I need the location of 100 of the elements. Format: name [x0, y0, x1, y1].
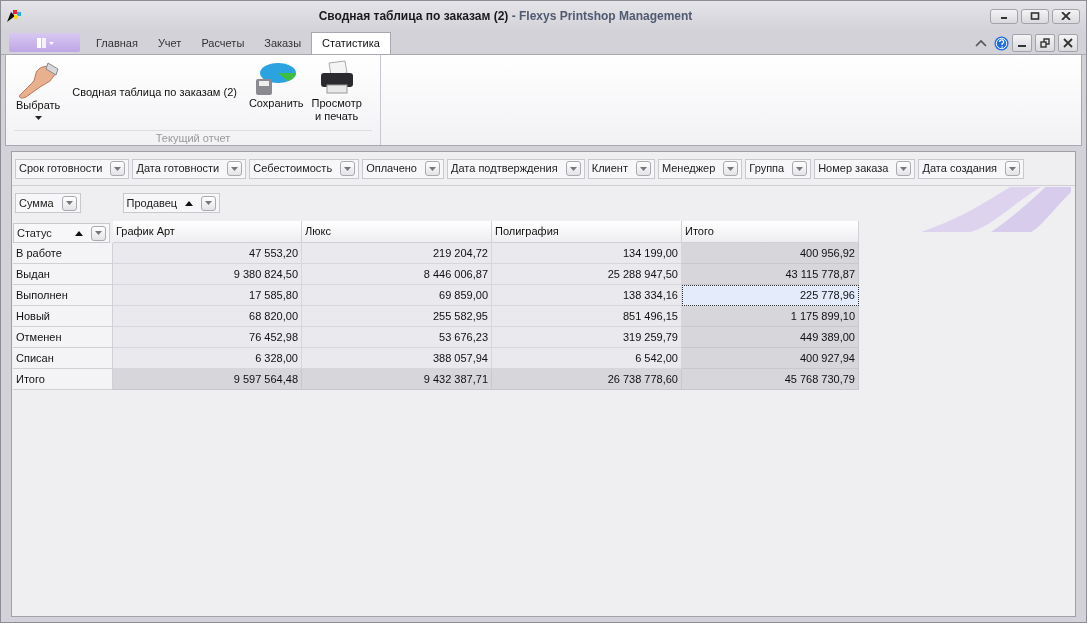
maximize-button[interactable] [1021, 8, 1049, 24]
restore-icon [1040, 38, 1050, 48]
caret-icon [65, 201, 73, 205]
close-icon [1063, 38, 1073, 48]
pivot-field[interactable]: Срок готовности [15, 158, 130, 179]
dropdown-button[interactable] [792, 161, 808, 176]
pivot-field[interactable]: Сумма [15, 193, 81, 213]
dropdown-button[interactable] [110, 161, 126, 176]
collapse-ribbon-icon[interactable] [975, 39, 987, 47]
caret-icon [727, 166, 735, 171]
ribbon-tab[interactable]: Расчеты [191, 32, 255, 54]
column-header[interactable]: Полиграфия [492, 221, 682, 243]
caret-icon [639, 166, 647, 171]
dropdown-button[interactable] [565, 161, 581, 176]
ribbon-tab[interactable]: Главная [86, 32, 148, 54]
table-cell: 225 778,96 [682, 285, 859, 306]
pivot-field[interactable]: Себестоимость [249, 158, 360, 179]
column-header[interactable]: Люкс [302, 221, 492, 243]
table-cell: 25 288 947,50 [492, 264, 682, 285]
caret-icon [205, 201, 213, 205]
column-header[interactable]: График Арт [113, 221, 302, 243]
table-cell: 17 585,80 [113, 285, 302, 306]
pivot-field[interactable]: Менеджер [657, 158, 743, 179]
caret-icon [900, 166, 908, 171]
pivot-field[interactable]: Дата создания [918, 158, 1024, 179]
caret-icon [95, 231, 102, 235]
table-cell: 388 057,94 [302, 348, 492, 369]
report-name: Сводная таблица по заказам (2) [72, 85, 237, 100]
dropdown-button[interactable] [635, 161, 651, 176]
table-cell: 76 452,98 [113, 327, 302, 348]
document-close-button[interactable] [1058, 34, 1078, 52]
table-cell: 449 389,00 [682, 327, 859, 348]
caret-icon [569, 166, 577, 171]
table-cell: 400 927,94 [682, 348, 859, 369]
document-minimize-button[interactable] [1012, 34, 1032, 52]
group-caption: Текущий отчет [155, 131, 231, 145]
pivot-field[interactable]: Продавец [122, 193, 221, 213]
pivot-field[interactable]: Дата подтверждения [447, 158, 585, 179]
pivot-field[interactable]: Группа [745, 158, 812, 179]
row-header[interactable]: Списан [13, 348, 113, 369]
row-header[interactable]: Новый [13, 306, 113, 327]
close-icon [1061, 12, 1071, 20]
caret-icon [231, 166, 239, 171]
minimize-icon [1017, 45, 1027, 47]
table-cell: 68 820,00 [113, 306, 302, 327]
maximize-icon [1030, 12, 1040, 20]
sort-ascending-icon [185, 200, 194, 206]
dropdown-button[interactable] [896, 161, 912, 176]
dropdown-button[interactable] [1005, 161, 1020, 176]
row-header[interactable]: Отменен [13, 327, 113, 348]
pivot-field[interactable]: Статус [13, 223, 110, 243]
row-header[interactable]: В работе [13, 243, 113, 264]
dropdown-button[interactable] [61, 195, 77, 211]
minimize-button[interactable] [990, 8, 1018, 24]
row-header[interactable]: Итого [13, 369, 113, 390]
table-cell: 43 115 778,87 [682, 264, 859, 285]
select-report-button[interactable]: Выбрать [14, 59, 63, 120]
book-caret-icon [34, 37, 55, 48]
sort-ascending-icon [75, 230, 83, 236]
document-restore-button[interactable] [1035, 34, 1055, 52]
table-cell: 1 175 899,10 [682, 306, 859, 327]
dropdown-button[interactable] [340, 161, 356, 176]
save-button[interactable]: Сохранить [246, 59, 306, 110]
caret-icon [114, 166, 122, 171]
table-cell: 53 676,23 [302, 327, 492, 348]
row-header[interactable]: Выдан [13, 264, 113, 285]
ribbon-tab[interactable]: Учет [147, 32, 192, 54]
table-cell: 138 334,16 [492, 285, 682, 306]
window-title: Сводная таблица по заказам (2) [318, 8, 509, 25]
table-cell: 6 542,00 [492, 348, 682, 369]
dropdown-button[interactable] [227, 161, 243, 176]
table-cell: 9 380 824,50 [113, 264, 302, 285]
table-cell: 69 859,00 [302, 285, 492, 306]
ribbon-tab[interactable]: Заказы [254, 32, 312, 54]
dropdown-button[interactable] [201, 195, 217, 211]
app-logo-icon [7, 10, 21, 22]
row-header[interactable]: Выполнен [13, 285, 113, 306]
table-cell: 134 199,00 [492, 243, 682, 264]
pivot-field[interactable]: Оплачено [362, 158, 444, 179]
caret-icon [796, 166, 804, 171]
table-cell: 26 738 778,60 [492, 369, 682, 390]
pivot-field[interactable]: Номер заказа [814, 158, 916, 179]
table-cell: 8 446 006,87 [302, 264, 492, 285]
ribbon-tab[interactable]: Статистика [311, 32, 391, 54]
dropdown-button[interactable] [91, 225, 106, 241]
table-cell: 219 204,72 [302, 243, 492, 264]
dropdown-button[interactable] [723, 161, 739, 176]
table-cell: 9 597 564,48 [113, 369, 302, 390]
pointing-hand-icon [16, 59, 61, 99]
table-cell: 255 582,95 [302, 306, 492, 327]
column-header[interactable]: Итого [682, 221, 859, 243]
help-icon[interactable] [994, 35, 1009, 51]
caret-icon [1009, 166, 1016, 171]
table-cell: 45 768 730,79 [682, 369, 859, 390]
table-cell: 6 328,00 [113, 348, 302, 369]
pivot-field[interactable]: Дата готовности [132, 158, 247, 179]
close-button[interactable] [1052, 8, 1080, 24]
pivot-field[interactable]: Клиент [587, 158, 655, 179]
dropdown-button[interactable] [425, 161, 440, 176]
print-preview-button[interactable]: Просмотр и печать [309, 59, 364, 123]
